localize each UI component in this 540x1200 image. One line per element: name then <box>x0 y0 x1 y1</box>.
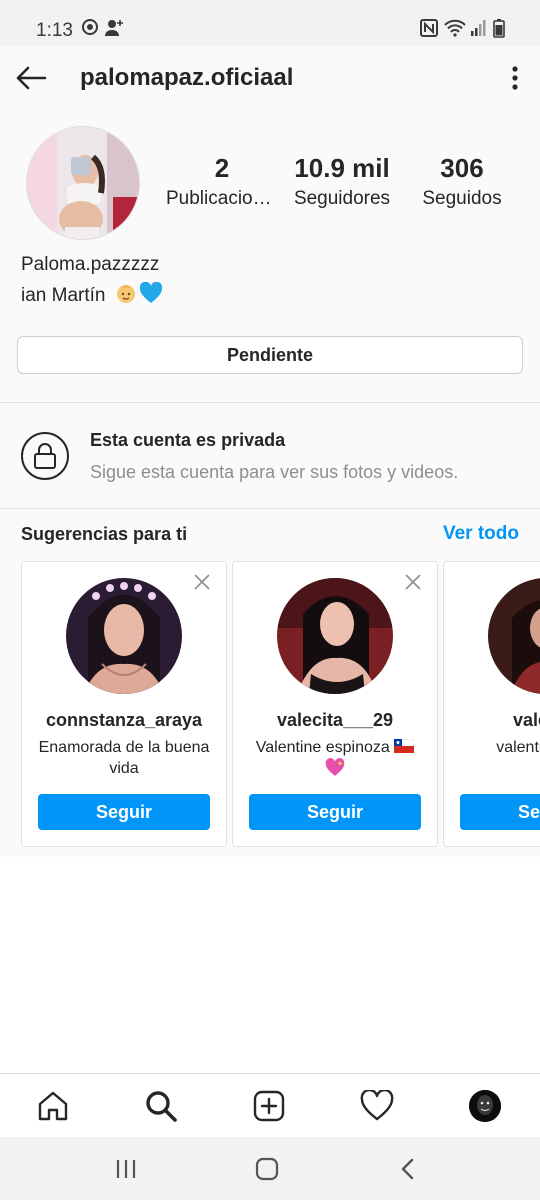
close-icon <box>194 574 210 590</box>
close-icon <box>405 574 421 590</box>
home-icon <box>38 1091 68 1121</box>
pending-button[interactable]: Pendiente <box>17 336 523 374</box>
suggestion-description-text: Valentine espinoza <box>255 739 390 756</box>
profile-display-name: Paloma.pazzzzz <box>21 254 160 275</box>
baby-emoji-icon <box>115 282 137 310</box>
dismiss-suggestion-button[interactable] <box>403 572 423 592</box>
bottom-navigation <box>0 1073 540 1137</box>
profile-avatar <box>469 1090 501 1122</box>
see-all-link[interactable]: Ver todo <box>443 523 519 545</box>
stat-followers-label: Seguidores <box>293 188 391 209</box>
new-post-icon <box>253 1090 285 1122</box>
more-options-button[interactable] <box>500 60 530 96</box>
nav-profile-button[interactable] <box>467 1088 503 1124</box>
private-subtitle: Sigue esta cuenta para ver sus fotos y v… <box>90 462 459 482</box>
nav-activity-button[interactable] <box>359 1088 395 1124</box>
suggestion-username[interactable]: connstanza_araya <box>30 710 218 731</box>
suggestion-description: Enamorada de la buena vida <box>38 739 210 777</box>
private-title: Esta cuenta es privada <box>90 430 286 450</box>
battery-icon <box>493 19 505 43</box>
profile-avatar[interactable] <box>26 126 140 240</box>
system-navigation-bar <box>0 1137 540 1200</box>
stat-following[interactable]: 306 Seguidos <box>406 152 518 214</box>
dismiss-suggestion-button[interactable] <box>192 572 212 592</box>
activity-heart-icon <box>360 1090 394 1121</box>
suggestion-avatar[interactable] <box>277 578 393 694</box>
system-home-button[interactable] <box>253 1155 281 1183</box>
nav-search-button[interactable] <box>143 1088 179 1124</box>
suggestion-card[interactable]: valecita valentina resp Seguir <box>443 561 540 847</box>
stat-posts[interactable]: 2 Publicaciones <box>166 152 278 214</box>
home-circle-icon <box>255 1157 279 1181</box>
suggestions-section: Sugerencias para ti Ver todo connstanza_… <box>0 509 540 857</box>
profile-section: 2 Publicaciones 10.9 mil Seguidores 306 … <box>0 110 540 402</box>
stat-posts-number: 2 <box>214 153 230 183</box>
person-add-icon <box>104 19 124 42</box>
back-button[interactable] <box>12 60 50 96</box>
sparkling-heart-icon <box>325 758 345 776</box>
stat-followers-number: 10.9 mil <box>294 153 390 183</box>
suggestion-card[interactable]: connstanza_araya Enamorada de la buena v… <box>21 561 227 847</box>
follow-button[interactable]: Seguir <box>249 794 421 830</box>
follow-button[interactable]: Seguir <box>38 794 210 830</box>
record-icon <box>82 19 98 40</box>
suggestion-description: valentina resp <box>496 739 540 756</box>
nfc-icon <box>420 19 438 42</box>
profile-header: palomapaz.oficiaal <box>0 46 540 110</box>
stat-following-number: 306 <box>440 153 484 183</box>
status-time: 1:13 <box>36 20 73 41</box>
header-username: palomapaz.oficiaal <box>80 64 294 91</box>
suggestion-card[interactable]: valecita___29 Valentine espinoza Seguir <box>232 561 438 847</box>
suggestion-username[interactable]: valecita <box>452 710 540 731</box>
blue-heart-icon <box>139 281 163 310</box>
nav-new-post-button[interactable] <box>251 1088 287 1124</box>
stat-posts-label: Publicaciones <box>166 188 278 209</box>
profile-bio: ian Martín <box>21 281 163 310</box>
follow-button[interactable]: Seguir <box>460 794 540 830</box>
suggestion-username[interactable]: valecita___29 <box>241 710 429 731</box>
more-vertical-icon <box>512 66 518 90</box>
profile-bio-text: ian Martín <box>21 285 106 306</box>
stat-following-label: Seguidos <box>422 188 502 209</box>
suggestions-title: Sugerencias para ti <box>21 524 188 544</box>
suggestion-avatar[interactable] <box>66 578 182 694</box>
search-icon <box>146 1091 177 1122</box>
wifi-icon <box>444 19 466 42</box>
private-account-notice: Esta cuenta es privada Sigue esta cuenta… <box>0 403 540 508</box>
lock-icon <box>21 432 69 480</box>
system-back-button[interactable] <box>394 1155 422 1183</box>
status-bar: 1:13 <box>0 0 540 46</box>
chile-flag-icon <box>393 738 415 753</box>
suggestion-description: Valentine espinoza <box>243 737 427 783</box>
signal-icon <box>470 19 486 42</box>
back-chevron-icon <box>401 1158 414 1180</box>
suggestion-avatar[interactable] <box>488 578 540 694</box>
recents-button[interactable] <box>112 1155 140 1183</box>
nav-home-button[interactable] <box>35 1088 71 1124</box>
arrow-left-icon <box>16 66 47 90</box>
recents-icon <box>116 1160 136 1178</box>
stat-followers[interactable]: 10.9 mil Seguidores <box>286 152 398 214</box>
